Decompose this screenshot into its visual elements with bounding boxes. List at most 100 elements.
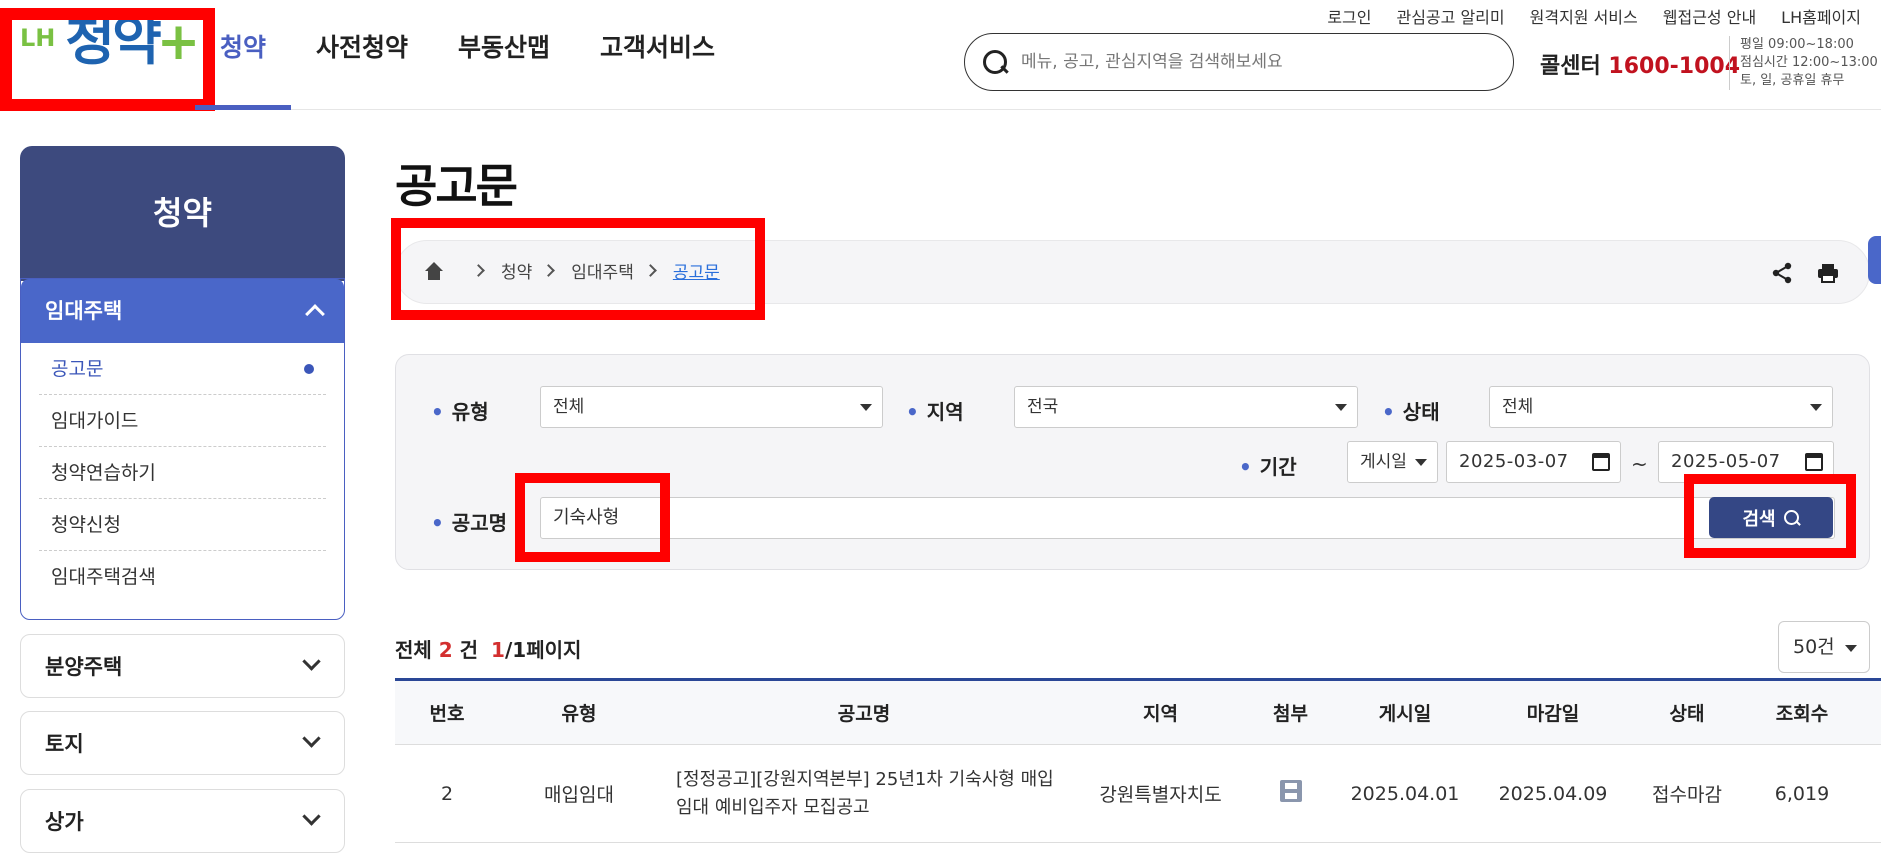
- page-title: 공고문: [395, 159, 518, 213]
- chevron-down-icon: [302, 729, 321, 748]
- chevron-down-icon: [302, 652, 321, 671]
- col-header-deadline: 마감일: [1526, 703, 1580, 725]
- table-row[interactable]: 2 매입임대 [정정공고][강원지역본부] 25년1차 기숙사형 매입임대 예비…: [395, 745, 1881, 843]
- filter-name-label: 공고명: [431, 507, 507, 536]
- page-suffix: /1페이지: [504, 638, 582, 662]
- highlight-box-logo: [0, 8, 215, 111]
- date-from-input[interactable]: 2025-03-07: [1446, 441, 1621, 483]
- total-prefix: 전체: [395, 638, 432, 662]
- util-links: 로그인 관심공고 알리미 원격지원 서비스 웹접근성 안내 LH홈페이지: [1327, 4, 1861, 28]
- result-summary: 전체 2 건 1/1페이지: [395, 634, 581, 663]
- col-header-attach: 첨부: [1273, 703, 1308, 725]
- region-select[interactable]: 전국: [1014, 386, 1358, 428]
- caret-down-icon: [1810, 404, 1822, 411]
- calendar-icon[interactable]: [1592, 453, 1610, 471]
- callcenter-hours: 평일 09:00~18:00 점심시간 12:00~13:00 토, 일, 공휴…: [1729, 36, 1878, 90]
- sidebar-panel: 임대주택 공고문 임대가이드 청약연습하기 청약신청 임대주택검색: [20, 278, 345, 620]
- notice-name-input[interactable]: 기숙사형: [540, 497, 1835, 539]
- search-input[interactable]: [1021, 52, 1481, 72]
- row-region: 강원특별자치도: [1099, 784, 1222, 806]
- per-page-value: 50건: [1793, 636, 1835, 658]
- status-select-value: 전체: [1502, 397, 1534, 417]
- caret-down-icon: [1845, 645, 1857, 652]
- filter-type-label: 유형: [431, 396, 489, 425]
- search-icon[interactable]: [981, 48, 1009, 76]
- side-toggle-tab[interactable]: [1868, 236, 1881, 284]
- region-select-value: 전국: [1027, 397, 1059, 417]
- disk-icon[interactable]: [1279, 780, 1302, 802]
- sidebar-item-rental-guide[interactable]: 임대가이드: [39, 395, 326, 447]
- total-unit: 건: [459, 638, 479, 662]
- row-views: 6,019: [1774, 782, 1830, 805]
- col-header-status: 상태: [1669, 703, 1705, 725]
- table-header: 번호 유형 공고명 지역 첨부 게시일 마감일 상태 조회수: [395, 678, 1881, 745]
- nav-pre-cheongyak[interactable]: 사전청약: [316, 28, 408, 110]
- main-nav: 청약 사전청약 부동산맵 고객서비스: [194, 28, 765, 110]
- sidebar-item-apply[interactable]: 청약신청: [39, 499, 326, 551]
- sidebar-section-label: 임대주택: [45, 299, 123, 323]
- filter-region-label: 지역: [906, 396, 964, 425]
- sidebar-title: 청약: [20, 146, 345, 281]
- col-header-type: 유형: [561, 703, 597, 725]
- print-icon[interactable]: [1817, 263, 1839, 283]
- row-deadline: 2025.04.09: [1498, 782, 1608, 805]
- nav-cheongyak[interactable]: 청약: [194, 28, 292, 110]
- col-header-title: 공고명: [837, 703, 891, 725]
- hours-holiday: 토, 일, 공휴일 휴무: [1740, 73, 1845, 88]
- sidebar-acc-sale-housing[interactable]: 분양주택: [20, 634, 345, 698]
- login-link[interactable]: 로그인: [1327, 4, 1371, 28]
- acc-label: 분양주택: [45, 655, 123, 679]
- hours-weekday: 평일 09:00~18:00: [1740, 37, 1854, 52]
- share-icon[interactable]: [1771, 262, 1793, 284]
- row-type: 매입임대: [544, 784, 614, 806]
- site-header: LH 청약 + 청약 사전청약 부동산맵 고객서비스 로그인 관심공고 알리미 …: [0, 0, 1881, 111]
- row-status: 접수마감: [1652, 784, 1722, 806]
- total-count: 2: [438, 638, 453, 662]
- row-title-link[interactable]: [정정공고][강원지역본부] 25년1차 기숙사형 매입임대 예비입주자 모집공…: [659, 766, 1069, 822]
- row-posted: 2025.04.01: [1350, 782, 1460, 805]
- remote-support-link[interactable]: 원격지원 서비스: [1530, 4, 1638, 28]
- col-header-no: 번호: [429, 703, 465, 725]
- callcenter-number: 1600-1004: [1608, 54, 1740, 79]
- sidebar-acc-commercial[interactable]: 상가: [20, 789, 345, 853]
- acc-label: 토지: [45, 732, 84, 756]
- row-no: 2: [440, 782, 454, 805]
- callcenter: 콜센터 1600-1004: [1540, 48, 1740, 80]
- highlight-box-name-input: [515, 473, 670, 562]
- nav-real-estate-map[interactable]: 부동산맵: [458, 28, 550, 110]
- acc-label: 상가: [45, 810, 84, 834]
- date-to-value: 2025-05-07: [1671, 451, 1781, 472]
- period-type-select[interactable]: 게시일: [1347, 441, 1438, 483]
- chevron-up-icon: [305, 304, 325, 324]
- row-attach: [1252, 780, 1329, 807]
- col-header-posted: 게시일: [1378, 703, 1432, 725]
- sidebar-item-practice[interactable]: 청약연습하기: [39, 447, 326, 499]
- sidebar-item-notice[interactable]: 공고문: [39, 343, 326, 395]
- chevron-down-icon: [302, 807, 321, 826]
- nav-customer-service[interactable]: 고객서비스: [600, 28, 715, 110]
- col-header-views: 조회수: [1775, 703, 1829, 725]
- type-select-value: 전체: [553, 397, 585, 417]
- calendar-icon[interactable]: [1805, 453, 1823, 471]
- hours-lunch: 점심시간 12:00~13:00: [1740, 55, 1878, 70]
- caret-down-icon: [1335, 404, 1347, 411]
- alert-link[interactable]: 관심공고 알리미: [1396, 4, 1504, 28]
- callcenter-label: 콜센터: [1540, 54, 1601, 79]
- accessibility-link[interactable]: 웹접근성 안내: [1663, 4, 1756, 28]
- col-header-region: 지역: [1143, 703, 1178, 725]
- global-search: [964, 33, 1514, 91]
- sidebar-list: 공고문 임대가이드 청약연습하기 청약신청 임대주택검색: [21, 343, 344, 603]
- date-from-value: 2025-03-07: [1459, 451, 1569, 472]
- per-page-select[interactable]: 50건: [1778, 621, 1870, 673]
- caret-down-icon: [860, 404, 872, 411]
- highlight-box-search-button: [1684, 474, 1856, 558]
- status-select[interactable]: 전체: [1489, 386, 1833, 428]
- period-type-value: 게시일: [1360, 452, 1407, 472]
- caret-down-icon: [1415, 459, 1427, 466]
- notice-table: 번호 유형 공고명 지역 첨부 게시일 마감일 상태 조회수 2 매입임대 [정…: [395, 678, 1881, 843]
- lh-home-link[interactable]: LH홈페이지: [1781, 4, 1861, 28]
- sidebar-section-rental[interactable]: 임대주택: [21, 279, 344, 343]
- sidebar-acc-land[interactable]: 토지: [20, 711, 345, 775]
- sidebar-item-rental-search[interactable]: 임대주택검색: [39, 551, 326, 603]
- type-select[interactable]: 전체: [540, 386, 883, 428]
